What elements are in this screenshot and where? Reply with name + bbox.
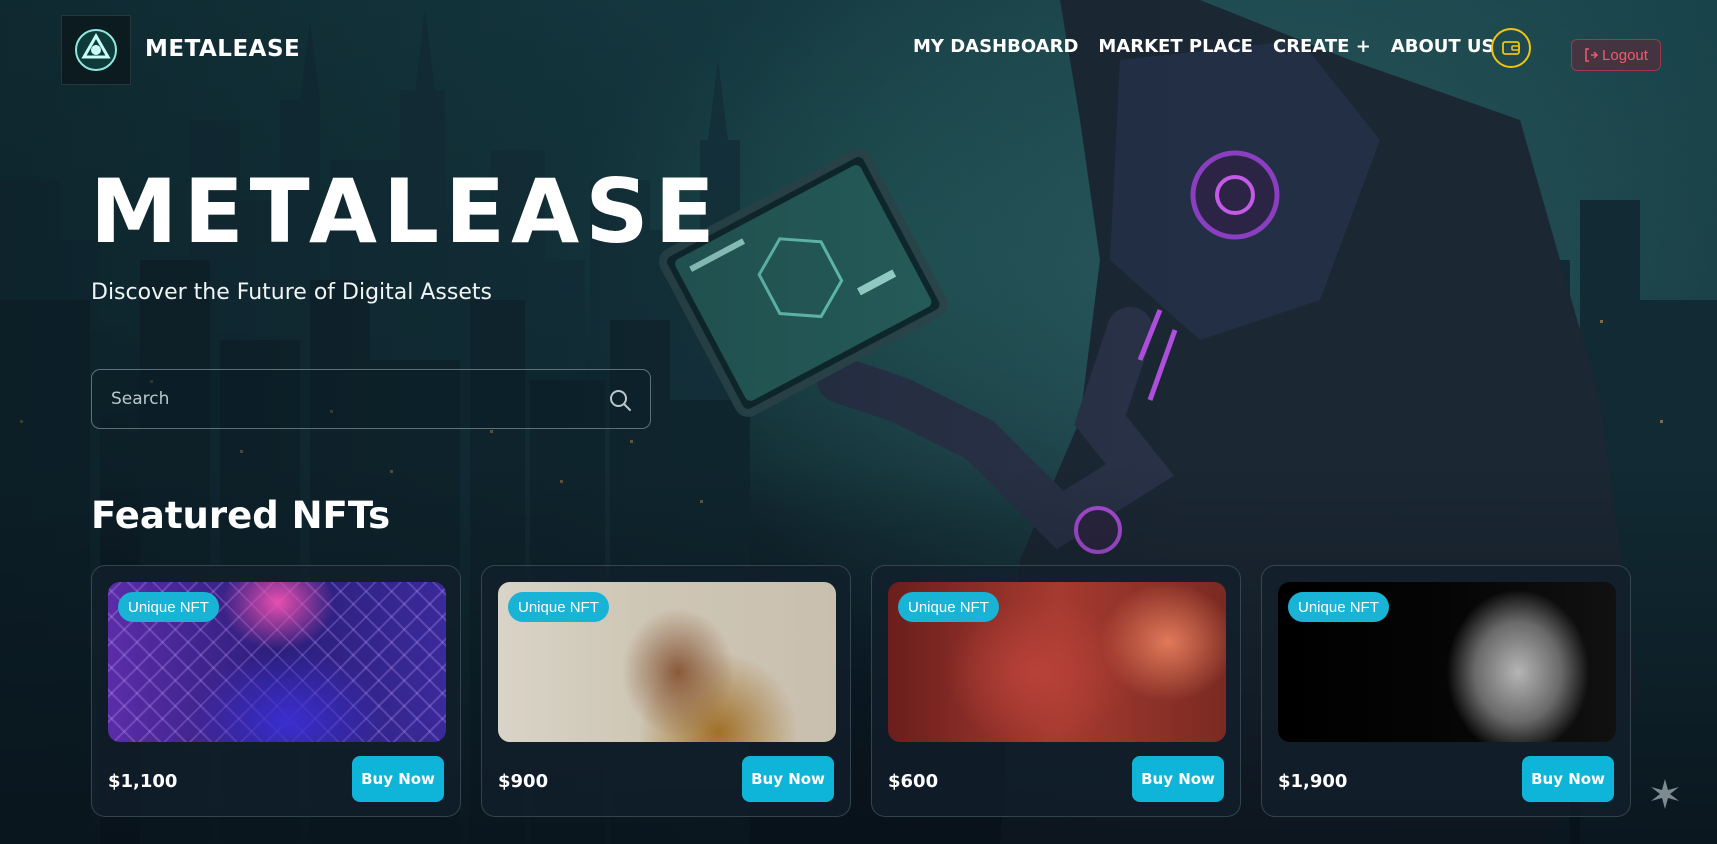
top-header: METALEASE MY DASHBOARD MARKET PLACE CREA…	[0, 0, 1717, 100]
nft-badge: Unique NFT	[508, 592, 609, 622]
nft-card[interactable]: Unique NFT $1,100 Buy Now	[91, 565, 461, 817]
nft-image-warrior[interactable]: Unique NFT	[498, 582, 836, 742]
hero-subtitle: Discover the Future of Digital Assets	[91, 280, 492, 305]
nft-price: $1,900	[1278, 771, 1348, 792]
nft-image-monochrome-face[interactable]: Unique NFT	[1278, 582, 1616, 742]
nft-badge: Unique NFT	[1288, 592, 1389, 622]
nav-market-place[interactable]: MARKET PLACE	[1098, 36, 1253, 57]
sparkle-icon	[1651, 779, 1679, 809]
featured-nfts-list: Unique NFT $1,100 Buy Now Unique NFT $90…	[91, 565, 1631, 817]
nav-my-dashboard[interactable]: MY DASHBOARD	[913, 36, 1078, 57]
nft-card[interactable]: Unique NFT $900 Buy Now	[481, 565, 851, 817]
buy-now-button[interactable]: Buy Now	[352, 756, 444, 802]
search-bar	[91, 369, 651, 429]
main-nav: MY DASHBOARD MARKET PLACE CREATE + ABOUT…	[913, 36, 1515, 57]
nav-about-us[interactable]: ABOUT US	[1391, 36, 1495, 57]
nft-price: $600	[888, 771, 939, 792]
brand-name[interactable]: METALEASE	[145, 36, 300, 62]
logout-button[interactable]: Logout	[1571, 39, 1661, 71]
nft-card[interactable]: Unique NFT $1,900 Buy Now	[1261, 565, 1631, 817]
arc-reactor-logo-icon	[75, 29, 117, 71]
wallet-button[interactable]	[1491, 28, 1531, 68]
nft-price: $900	[498, 771, 549, 792]
nft-badge: Unique NFT	[118, 592, 219, 622]
nft-card[interactable]: Unique NFT $600 Buy Now	[871, 565, 1241, 817]
nav-create[interactable]: CREATE +	[1273, 36, 1371, 57]
search-icon[interactable]	[608, 388, 632, 412]
featured-nfts-title: Featured NFTs	[91, 494, 391, 537]
logout-label: Logout	[1602, 46, 1648, 64]
nft-image-red-creature[interactable]: Unique NFT	[888, 582, 1226, 742]
search-input[interactable]	[92, 389, 572, 409]
wallet-icon	[1502, 41, 1520, 55]
hero-title: METALEASE	[90, 160, 721, 263]
nft-price: $1,100	[108, 771, 178, 792]
buy-now-button[interactable]: Buy Now	[1132, 756, 1224, 802]
buy-now-button[interactable]: Buy Now	[1522, 756, 1614, 802]
logout-icon	[1585, 48, 1599, 62]
buy-now-button[interactable]: Buy Now	[742, 756, 834, 802]
nft-image-cyber-figure[interactable]: Unique NFT	[108, 582, 446, 742]
brand-logo[interactable]	[61, 15, 131, 85]
nft-badge: Unique NFT	[898, 592, 999, 622]
